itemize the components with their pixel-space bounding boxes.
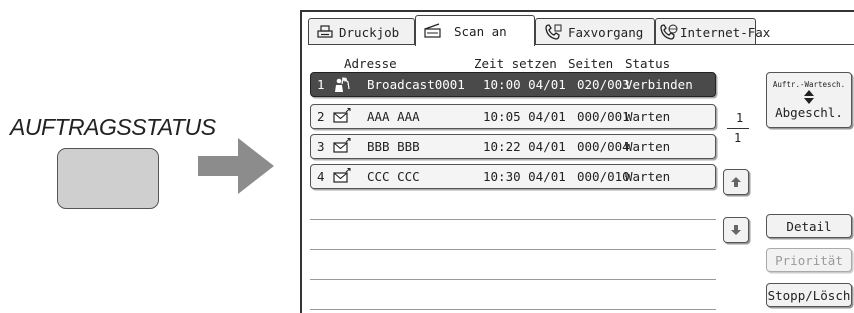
internet-fax-icon: [660, 24, 678, 40]
job-number: 1: [317, 77, 325, 92]
job-pages: 000/001: [577, 109, 630, 124]
right-arrow-icon: [198, 138, 274, 194]
printer-icon: [317, 25, 333, 38]
email-icon: [333, 168, 351, 187]
job-pages: 000/004: [577, 139, 630, 154]
job-status: Warten: [625, 139, 671, 154]
job-address: Broadcast0001: [367, 77, 465, 92]
tab-label: Faxvorgang: [568, 24, 644, 40]
tab-baseline: [535, 44, 756, 45]
toggle-completed-label: Abgeschl.: [775, 105, 843, 120]
tab-label: Druckjob: [339, 24, 400, 40]
scroll-down-button[interactable]: [723, 217, 749, 243]
job-status-screen: Druckjob Scan an Faxvorgang Internet-Fax…: [300, 10, 854, 313]
column-header-pages: Seiten: [568, 56, 614, 71]
tab-fax-job[interactable]: Faxvorgang: [535, 18, 655, 45]
email-icon: [333, 138, 351, 157]
job-status: Warten: [625, 169, 671, 184]
job-row[interactable]: 1 Broadcast0001 10:00 04/01 020/003 Verb…: [310, 72, 716, 97]
current-page: 1: [736, 111, 744, 125]
fax-phone-icon: [545, 24, 562, 40]
page-divider: [727, 128, 749, 129]
job-pages: 000/010: [577, 169, 630, 184]
stop-delete-button[interactable]: Stopp/Lösch: [766, 283, 852, 307]
job-address: AAA AAA: [367, 109, 420, 124]
queue-completed-toggle-button[interactable]: Auftr.-Wartesch. Abgeschl.: [766, 72, 852, 128]
column-header-time: Zeit setzen: [474, 56, 557, 71]
priority-button[interactable]: Priorität: [766, 248, 852, 272]
tab-print-job[interactable]: Druckjob: [308, 18, 415, 45]
tab-baseline: [756, 44, 854, 45]
email-icon: [333, 108, 351, 127]
scanner-icon: [424, 23, 441, 38]
broadcast-icon: [333, 76, 351, 97]
tab-scan-to[interactable]: Scan an: [415, 15, 535, 46]
job-status: Verbinden: [625, 77, 693, 92]
job-number: 4: [317, 169, 325, 184]
job-time: 10:30 04/01: [483, 169, 566, 184]
empty-row-line: [310, 309, 716, 310]
tab-label: Internet-Fax: [680, 24, 771, 40]
job-status: Warten: [625, 109, 671, 124]
job-time: 10:22 04/01: [483, 139, 566, 154]
job-row[interactable]: 3 BBB BBB 10:22 04/01 000/004 Warten: [310, 134, 716, 159]
job-status-key-label: AUFTRAGSSTATUS: [10, 114, 216, 140]
tab-internet-fax[interactable]: Internet-Fax: [655, 18, 770, 45]
job-number: 3: [317, 139, 325, 154]
tab-label: Scan an: [454, 23, 507, 39]
empty-row-line: [310, 249, 716, 250]
up-down-toggle-icon: [804, 90, 814, 104]
detail-button[interactable]: Detail: [766, 214, 852, 238]
scroll-up-button[interactable]: [723, 169, 749, 195]
tab-baseline: [308, 44, 415, 45]
empty-row-line: [310, 219, 716, 220]
empty-row-line: [310, 279, 716, 280]
job-time: 10:00 04/01: [483, 77, 566, 92]
job-time: 10:05 04/01: [483, 109, 566, 124]
job-status-hardware-key[interactable]: [57, 148, 159, 209]
arrow-up-icon: [731, 177, 741, 187]
job-address: CCC CCC: [367, 169, 420, 184]
job-row[interactable]: 4 CCC CCC 10:30 04/01 000/010 Warten: [310, 164, 716, 189]
toggle-queue-label: Auftr.-Wartesch.: [772, 80, 846, 89]
total-pages: 1: [734, 131, 742, 145]
job-address: BBB BBB: [367, 139, 420, 154]
arrow-down-icon: [731, 225, 741, 235]
job-pages: 020/003: [577, 77, 630, 92]
column-header-address: Adresse: [344, 56, 397, 71]
job-number: 2: [317, 109, 325, 124]
job-row[interactable]: 2 AAA AAA 10:05 04/01 000/001 Warten: [310, 104, 716, 129]
column-header-status: Status: [625, 56, 671, 71]
